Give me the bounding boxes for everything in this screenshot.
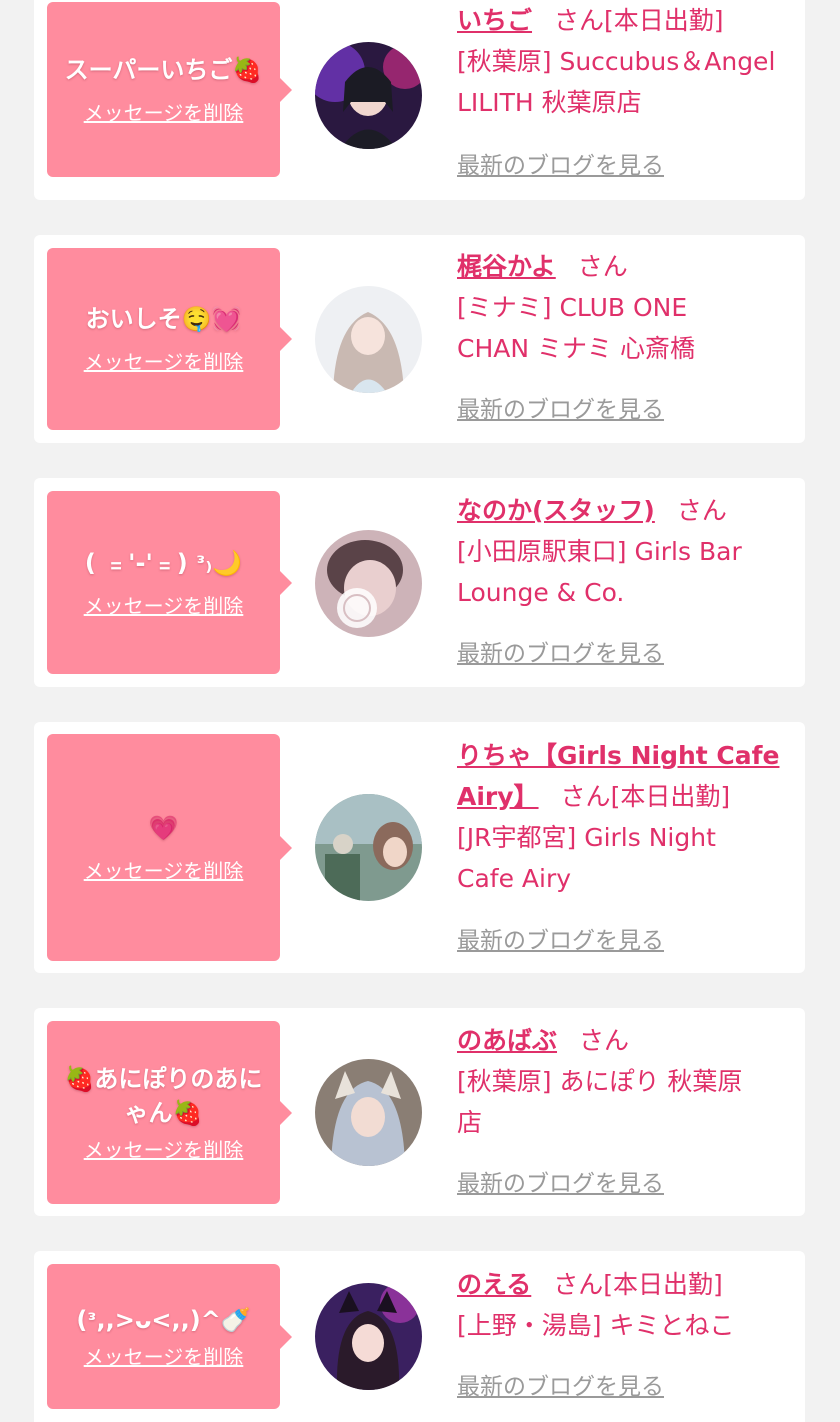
profile-photo-icon <box>315 794 422 901</box>
shop-line: CHAN ミナミ 心斎橋 <box>457 334 695 363</box>
delete-message-link[interactable]: メッセージを削除 <box>84 1136 244 1164</box>
message-text: スーパーいちご🍓 <box>64 55 263 84</box>
message-text: 💗 <box>148 813 179 842</box>
profile-name-link[interactable]: Airy】 <box>457 782 539 811</box>
profile-info: のえる さん[本日出勤] [上野・湯島] キミとねこ 最新のブログを見る <box>457 1264 797 1422</box>
name-row: のあばぶ さん <box>457 1020 797 1061</box>
profile-name-link[interactable]: いちご <box>457 6 532 35</box>
name-row: なのか(スタッフ) さん <box>457 490 797 531</box>
shop-line: [JR宇都宮] Girls Night <box>457 823 716 852</box>
latest-blog-link[interactable]: 最新のブログを見る <box>457 1372 664 1402</box>
name-row: 梶谷かよ さん <box>457 246 797 287</box>
san-label: さん <box>554 6 605 35</box>
message-text: おいしそ🤤💓 <box>85 305 242 333</box>
on-duty-label: [本日出勤] <box>603 1270 723 1299</box>
latest-blog-link[interactable]: 最新のブログを見る <box>457 926 664 956</box>
avatar[interactable] <box>315 1059 422 1166</box>
shop-line: [秋葉原] Succubus＆Angel <box>457 47 776 76</box>
on-duty-label: [本日出勤] <box>610 782 731 811</box>
profile-photo-icon <box>315 286 422 393</box>
profile-name-link[interactable]: のあばぶ <box>457 1026 557 1055</box>
delete-message-link[interactable]: メッセージを削除 <box>84 857 244 885</box>
message-bubble: (ᵌ,,>ᴗ<,,)^🍼 メッセージを削除 <box>47 1264 292 1409</box>
shop-line: Cafe Airy <box>457 864 572 893</box>
message-text: (ᵌ,,>ᴗ<,,)^🍼 <box>76 1305 251 1334</box>
delete-message-link[interactable]: メッセージを削除 <box>84 1343 244 1371</box>
latest-blog-link[interactable]: 最新のブログを見る <box>457 151 664 181</box>
profile-name-link[interactable]: なのか(スタッフ) <box>457 496 655 525</box>
name-row: りちゃ【Girls Night Cafe <box>457 735 797 776</box>
message-bubble: ( ﹦'-'﹦) ᵌ₎🌙 メッセージを削除 <box>47 491 292 674</box>
san-label: さん <box>577 252 628 281</box>
shop-line: [上野・湯島] キミとねこ <box>457 1311 735 1340</box>
avatar[interactable] <box>315 286 422 393</box>
message-text: 🍓あにぽりのあにゃん🍓 <box>64 1064 263 1127</box>
profile-info: なのか(スタッフ) さん [小田原駅東口] Girls Bar Lounge & … <box>457 490 797 680</box>
profile-photo-icon <box>315 530 422 637</box>
profile-info: 梶谷かよ さん [ミナミ] CLUB ONE CHAN ミナミ 心斎橋 最新のブロ… <box>457 246 797 436</box>
name-row: のえる さん[本日出勤] <box>457 1264 797 1305</box>
message-bubble: スーパーいちご🍓 メッセージを削除 <box>47 2 292 177</box>
message-card: (ᵌ,,>ᴗ<,,)^🍼 メッセージを削除 のえる さん[本日出勤] [上野・湯島… <box>34 1251 805 1422</box>
message-text: ( ﹦'-'﹦) ᵌ₎🌙 <box>84 548 243 577</box>
profile-name-link[interactable]: 梶谷かよ <box>457 252 556 281</box>
message-bubble: 💗 メッセージを削除 <box>47 734 292 961</box>
delete-message-link[interactable]: メッセージを削除 <box>84 348 244 376</box>
shop-line: [小田原駅東口] Girls Bar <box>457 537 742 566</box>
profile-photo-icon <box>315 42 422 149</box>
shop-line: [秋葉原] あにぽり 秋葉原 <box>457 1067 743 1096</box>
message-bubble: おいしそ🤤💓 メッセージを削除 <box>47 248 292 430</box>
profile-info: いちご さん[本日出勤] [秋葉原] Succubus＆Angel LILITH … <box>457 0 797 190</box>
profile-name-link[interactable]: りちゃ【Girls Night Cafe <box>457 741 779 770</box>
name-row: いちご さん[本日出勤] <box>457 0 797 41</box>
delete-message-link[interactable]: メッセージを削除 <box>84 592 244 620</box>
latest-blog-link[interactable]: 最新のブログを見る <box>457 639 664 669</box>
san-label: さん <box>676 496 727 525</box>
shop-line: Lounge & Co. <box>457 578 625 607</box>
avatar[interactable] <box>315 1283 422 1390</box>
message-bubble: 🍓あにぽりのあにゃん🍓 メッセージを削除 <box>47 1021 292 1204</box>
avatar[interactable] <box>315 42 422 149</box>
san-label: さん <box>579 1026 630 1055</box>
name-row: Airy】 さん[本日出勤] <box>457 776 797 817</box>
latest-blog-link[interactable]: 最新のブログを見る <box>457 1169 664 1199</box>
delete-message-link[interactable]: メッセージを削除 <box>84 99 244 127</box>
profile-name-link[interactable]: のえる <box>457 1270 531 1299</box>
on-duty-label: [本日出勤] <box>604 6 724 35</box>
profile-photo-icon <box>315 1059 422 1166</box>
message-card: スーパーいちご🍓 メッセージを削除 いちご さん[本日出勤] [秋葉原] Succ… <box>34 0 805 200</box>
avatar[interactable] <box>315 794 422 901</box>
message-card: ( ﹦'-'﹦) ᵌ₎🌙 メッセージを削除 なのか(スタッフ) さん [小田原駅東… <box>34 478 805 687</box>
san-label: さん <box>560 782 611 811</box>
shop-line: LILITH 秋葉原店 <box>457 88 642 117</box>
message-card: おいしそ🤤💓 メッセージを削除 梶谷かよ さん [ミナミ] CLUB ONE CH… <box>34 235 805 443</box>
shop-line: 店 <box>457 1108 483 1137</box>
shop-line: [ミナミ] CLUB ONE <box>457 293 688 322</box>
profile-info: りちゃ【Girls Night Cafe Airy】 さん[本日出勤] [JR宇都… <box>457 735 797 965</box>
profile-photo-icon <box>315 1283 422 1390</box>
message-card: 💗 メッセージを削除 りちゃ【Girls Night Cafe Airy】 さん[… <box>34 722 805 973</box>
profile-info: のあばぶ さん [秋葉原] あにぽり 秋葉原 店 最新のブログを見る <box>457 1020 797 1210</box>
san-label: さん <box>553 1270 604 1299</box>
latest-blog-link[interactable]: 最新のブログを見る <box>457 395 664 425</box>
avatar[interactable] <box>315 530 422 637</box>
message-card: 🍓あにぽりのあにゃん🍓 メッセージを削除 のあばぶ さん [秋葉原] あにぽり 秋… <box>34 1008 805 1216</box>
